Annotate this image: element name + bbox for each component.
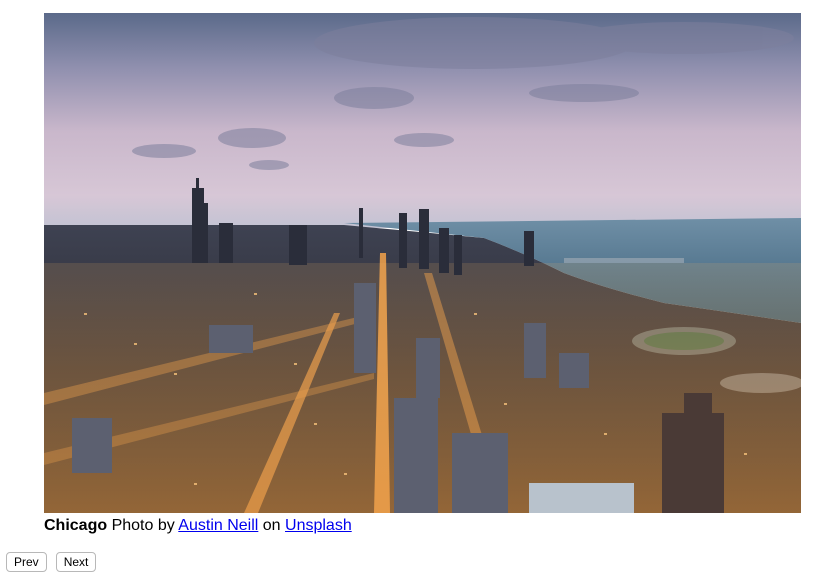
city-photo xyxy=(44,13,801,513)
source-link[interactable]: Unsplash xyxy=(285,517,352,534)
next-button[interactable]: Next xyxy=(55,552,97,572)
photo-caption: Chicago Photo by Austin Neill on Unsplas… xyxy=(44,516,801,536)
pager-controls: Prev Next xyxy=(6,552,97,572)
author-link[interactable]: Austin Neill xyxy=(178,517,258,534)
photo-figure: Chicago Photo by Austin Neill on Unsplas… xyxy=(44,13,801,536)
caption-city: Chicago xyxy=(44,517,108,534)
caption-on: on xyxy=(258,517,286,534)
caption-photo-by: Photo by xyxy=(107,517,179,534)
prev-button[interactable]: Prev xyxy=(6,552,47,572)
page: Chicago Photo by Austin Neill on Unsplas… xyxy=(0,0,815,579)
